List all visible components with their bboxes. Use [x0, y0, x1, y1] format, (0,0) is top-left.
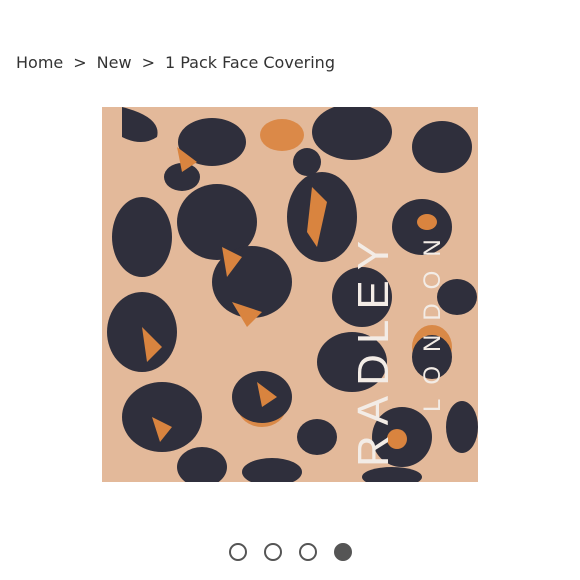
carousel-dot-4-active[interactable]	[333, 543, 352, 561]
brand-sub-mark: LONDON	[419, 225, 446, 412]
carousel-indicators	[0, 543, 580, 561]
carousel-dot-1[interactable]	[228, 543, 247, 561]
brand-mark: RADLEY	[349, 231, 398, 467]
breadcrumb-home-link[interactable]: Home	[16, 53, 63, 72]
breadcrumb-separator: >	[141, 53, 155, 72]
product-image[interactable]: RADLEY LONDON	[102, 107, 478, 482]
breadcrumb-current-page: 1 Pack Face Covering	[164, 53, 335, 72]
carousel-dot-3[interactable]	[298, 543, 317, 561]
breadcrumb-new-link[interactable]: New	[97, 53, 132, 72]
carousel-dot-2[interactable]	[263, 543, 282, 561]
leopard-print-pattern: RADLEY LONDON	[102, 107, 478, 482]
breadcrumb-separator: >	[73, 53, 87, 72]
breadcrumb: Home > New > 1 Pack Face Covering	[16, 53, 335, 72]
